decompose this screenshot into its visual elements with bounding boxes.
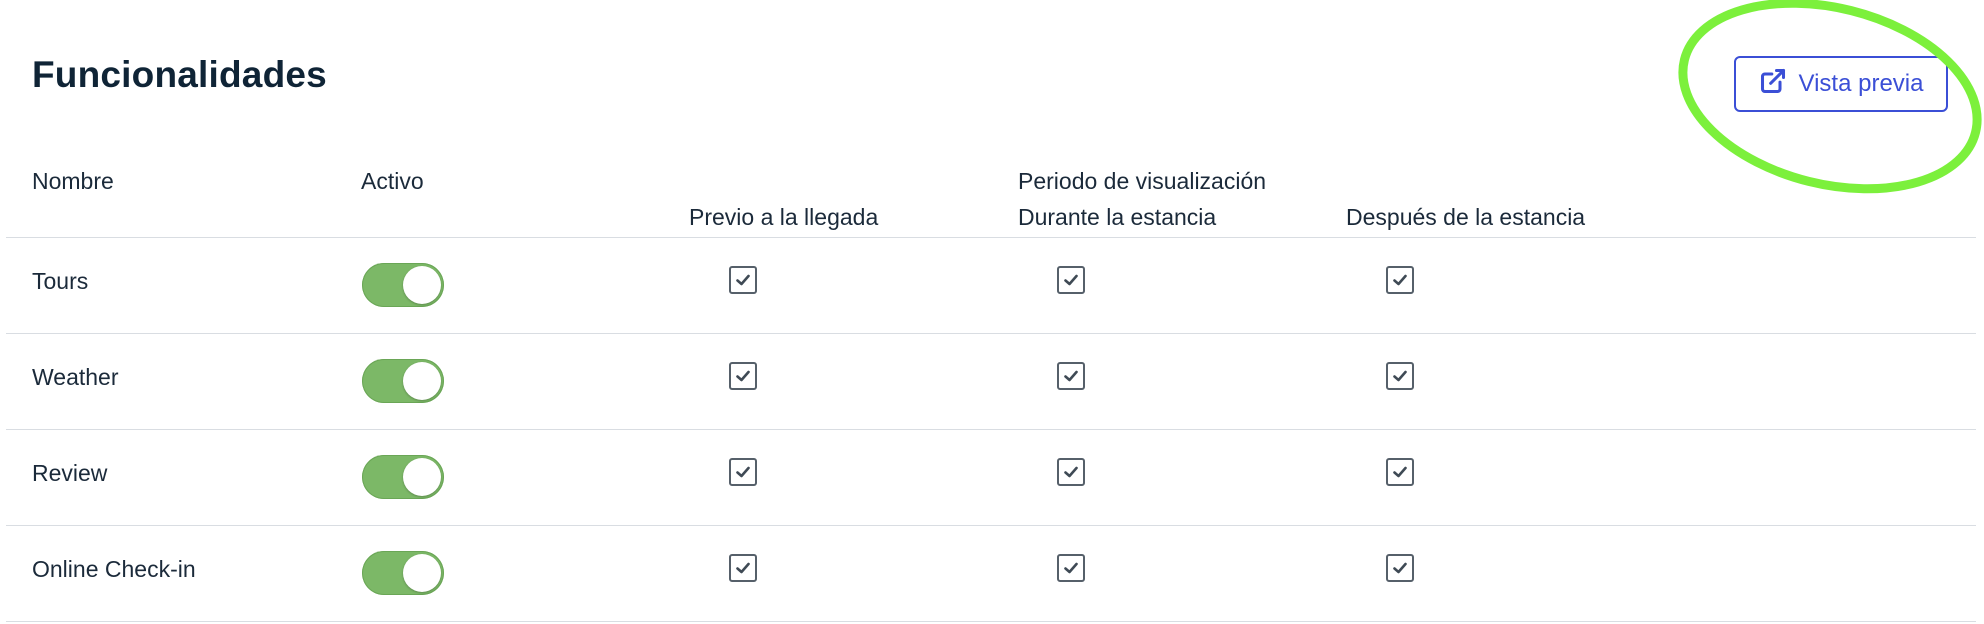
page-title: Funcionalidades [32, 54, 327, 95]
checkmark-icon [1064, 274, 1078, 286]
after-stay-checkbox[interactable] [1386, 266, 1414, 294]
column-header-during: Durante la estancia [1018, 204, 1217, 230]
checkmark-icon [1393, 370, 1407, 382]
preview-button[interactable]: Vista previa [1734, 56, 1948, 112]
column-header-before: Previo a la llegada [689, 204, 879, 230]
during-stay-checkbox[interactable] [1057, 362, 1085, 390]
active-toggle[interactable] [362, 359, 444, 403]
header-divider [6, 237, 1976, 238]
checkmark-icon [736, 370, 750, 382]
column-header-period: Periodo de visualización [1018, 168, 1267, 194]
during-stay-checkbox[interactable] [1057, 266, 1085, 294]
toggle-knob [403, 554, 441, 592]
preview-button-label: Vista previa [1798, 70, 1924, 97]
active-toggle[interactable] [362, 263, 444, 307]
row-divider [6, 429, 1976, 430]
checkmark-icon [736, 562, 750, 574]
toggle-knob [403, 458, 441, 496]
row-divider [6, 525, 1976, 526]
feature-name: Weather [32, 364, 119, 390]
checkmark-icon [736, 466, 750, 478]
active-toggle[interactable] [362, 455, 444, 499]
feature-name: Review [32, 460, 108, 486]
toggle-knob [403, 266, 441, 304]
features-page: Funcionalidades Vista previa Nombre Acti… [0, 0, 1984, 624]
checkmark-icon [1393, 562, 1407, 574]
external-link-icon [1759, 67, 1787, 102]
before-arrival-checkbox[interactable] [729, 554, 757, 582]
after-stay-checkbox[interactable] [1386, 362, 1414, 390]
row-divider [6, 333, 1976, 334]
active-toggle[interactable] [362, 551, 444, 595]
checkmark-icon [1393, 466, 1407, 478]
after-stay-checkbox[interactable] [1386, 458, 1414, 486]
feature-name: Tours [32, 268, 89, 294]
before-arrival-checkbox[interactable] [729, 266, 757, 294]
column-header-name: Nombre [32, 168, 114, 194]
checkmark-icon [1064, 466, 1078, 478]
before-arrival-checkbox[interactable] [729, 458, 757, 486]
before-arrival-checkbox[interactable] [729, 362, 757, 390]
toggle-knob [403, 362, 441, 400]
during-stay-checkbox[interactable] [1057, 458, 1085, 486]
checkmark-icon [736, 274, 750, 286]
feature-name: Online Check-in [32, 556, 196, 582]
checkmark-icon [1064, 562, 1078, 574]
column-header-after: Después de la estancia [1346, 204, 1586, 230]
row-divider [6, 621, 1976, 622]
during-stay-checkbox[interactable] [1057, 554, 1085, 582]
checkmark-icon [1064, 370, 1078, 382]
checkmark-icon [1393, 274, 1407, 286]
column-header-active: Activo [361, 168, 424, 194]
after-stay-checkbox[interactable] [1386, 554, 1414, 582]
